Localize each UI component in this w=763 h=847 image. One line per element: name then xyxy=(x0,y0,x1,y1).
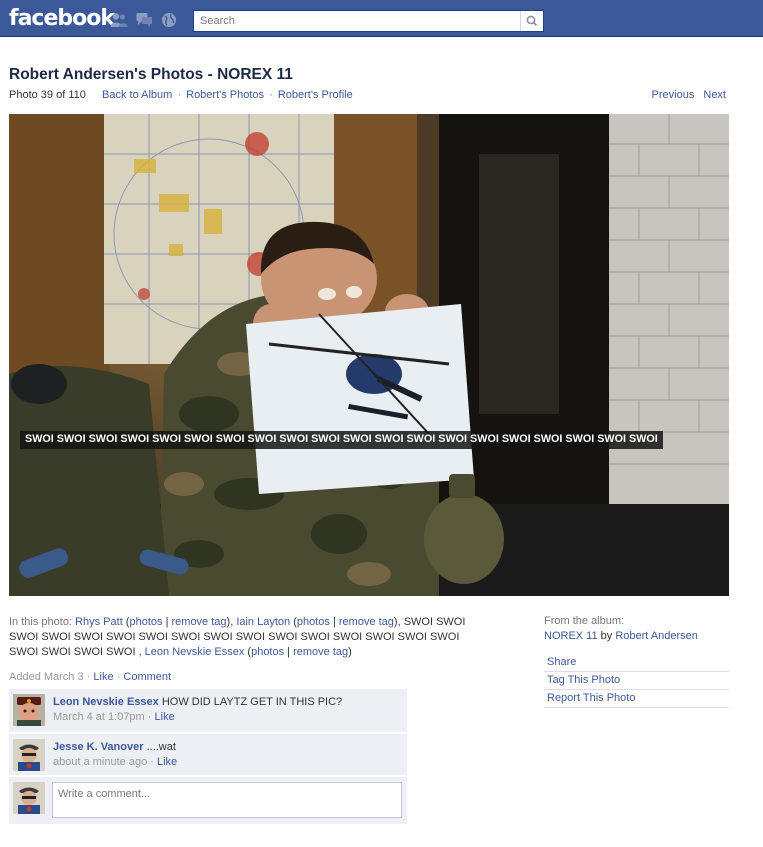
album-by: by xyxy=(600,630,613,642)
search-button[interactable] xyxy=(520,11,543,31)
tag-photos-link[interactable]: photos xyxy=(129,616,162,628)
comment-text: HOW DID LAYTZ GET IN THIS PIC? xyxy=(161,696,343,708)
comment-time: about a minute ago xyxy=(53,756,148,768)
friend-requests-icon[interactable] xyxy=(110,12,128,28)
album-name-link[interactable]: NOREX 11 xyxy=(544,630,598,642)
search-box xyxy=(193,10,544,32)
page-title: Robert Andersen's Photos - NOREX 11 xyxy=(9,66,293,83)
comment-text: ....wat xyxy=(146,741,176,753)
photo-tag-label: SWOI SWOI SWOI SWOI SWOI SWOI SWOI SWOI … xyxy=(20,431,663,449)
notifications-globe-icon[interactable] xyxy=(161,12,177,28)
remove-tag-link[interactable]: remove tag xyxy=(339,616,394,628)
photo-pager: Previous Next xyxy=(646,89,726,101)
avatar xyxy=(13,782,45,814)
tag-this-photo-link[interactable]: Tag This Photo xyxy=(544,672,729,690)
separator: · xyxy=(177,89,182,101)
comment-link[interactable]: Comment xyxy=(123,671,171,683)
album-label: From the album: xyxy=(544,615,625,627)
separator: · xyxy=(269,89,273,101)
roberts-photos-link[interactable]: Robert's Photos xyxy=(186,89,264,101)
next-link[interactable]: Next xyxy=(703,89,726,101)
like-link[interactable]: Like xyxy=(93,671,113,683)
tag-person-iain-layton[interactable]: Iain Layton xyxy=(236,616,290,628)
roberts-profile-link[interactable]: Robert's Profile xyxy=(278,89,353,101)
comment-body: Leon Nevskie Essex HOW DID LAYTZ GET IN … xyxy=(53,695,398,725)
comment-like-link[interactable]: Like xyxy=(155,711,175,723)
tag-person-leon-nevskie-essex[interactable]: Leon Nevskie Essex xyxy=(145,646,245,658)
tag-photos-link[interactable]: photos xyxy=(297,616,330,628)
tag-photos-link[interactable]: photos xyxy=(251,646,284,658)
photo-subnav: Photo 39 of 110 Back to Album · Robert's… xyxy=(9,89,353,101)
comment-author-link[interactable]: Leon Nevskie Essex xyxy=(53,696,159,708)
comment-item: Leon Nevskie Essex HOW DID LAYTZ GET IN … xyxy=(9,689,407,733)
share-link[interactable]: Share xyxy=(544,654,729,672)
back-to-album-link[interactable]: Back to Album xyxy=(102,89,172,101)
comment-body: Jesse K. Vanover ....wat about a minute … xyxy=(53,740,398,770)
separator: · xyxy=(116,671,121,683)
facebook-logo[interactable]: facebook xyxy=(9,6,115,31)
top-bar: facebook xyxy=(0,0,763,37)
avatar[interactable] xyxy=(13,739,45,771)
album-owner-link[interactable]: Robert Andersen xyxy=(615,630,698,642)
report-this-photo-link[interactable]: Report This Photo xyxy=(544,690,729,708)
previous-link[interactable]: Previous xyxy=(652,89,695,101)
search-magnifier-icon xyxy=(526,15,538,27)
album-line: NOREX 11 by Robert Andersen xyxy=(544,630,698,642)
tags-prefix: In this photo: xyxy=(9,616,72,628)
comment-item: Jesse K. Vanover ....wat about a minute … xyxy=(9,734,407,776)
separator: · xyxy=(147,711,152,723)
tag-person-rhys-patt[interactable]: Rhys Patt xyxy=(75,616,123,628)
separator: · xyxy=(150,756,154,768)
photo-position: Photo 39 of 110 xyxy=(9,89,86,101)
remove-tag-link[interactable]: remove tag xyxy=(293,646,348,658)
added-date: Added March 3 xyxy=(9,671,84,683)
photo-tags: In this photo: Rhys Patt (photos | remov… xyxy=(9,616,466,658)
comment-input[interactable] xyxy=(53,783,401,817)
comment-author-link[interactable]: Jesse K. Vanover xyxy=(53,741,144,753)
added-line: Added March 3 · Like · Comment xyxy=(9,671,171,683)
photo-actions: Share Tag This Photo Report This Photo xyxy=(544,654,729,708)
comment-like-link[interactable]: Like xyxy=(157,756,177,768)
comment-compose xyxy=(9,777,407,825)
separator: · xyxy=(86,671,91,683)
remove-tag-link[interactable]: remove tag xyxy=(172,616,227,628)
comment-time: March 4 at 1:07pm xyxy=(53,711,145,723)
main-photo[interactable]: SWOI SWOI SWOI SWOI SWOI SWOI SWOI SWOI … xyxy=(9,114,729,596)
messages-icon[interactable] xyxy=(136,12,152,28)
avatar[interactable] xyxy=(13,694,45,726)
photo-image xyxy=(9,114,729,596)
comment-input-wrapper xyxy=(52,782,402,818)
search-input[interactable] xyxy=(194,11,519,31)
